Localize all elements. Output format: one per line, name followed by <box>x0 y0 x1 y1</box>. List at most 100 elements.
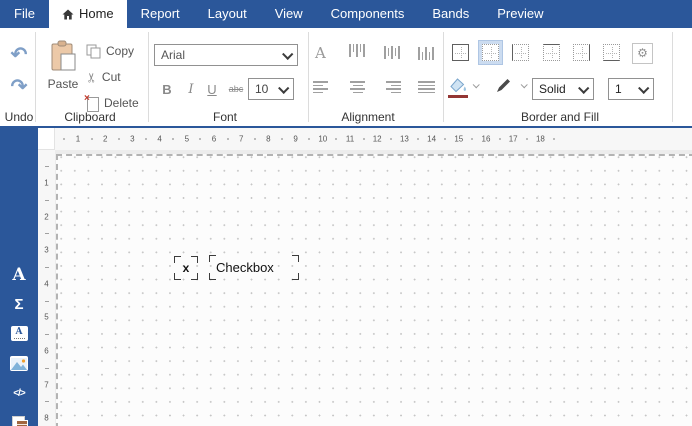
ruler-number: 11 <box>343 134 357 144</box>
group-separator <box>148 32 149 122</box>
ruler-tick <box>44 300 49 302</box>
ruler-tick <box>308 138 311 140</box>
right-border-icon <box>573 44 590 61</box>
ruler-top: 1 2 3 4 5 6 7 8 9 10 11 12 13 14 15 16 17 18 <box>55 128 692 150</box>
ruler-corner <box>38 128 55 150</box>
font-family-select[interactable]: Arial <box>154 44 298 66</box>
copy-button[interactable]: Copy <box>86 40 134 62</box>
ruler-tick <box>44 199 49 201</box>
tab-preview[interactable]: Preview <box>483 0 557 28</box>
ruler-number: 16 <box>479 134 493 144</box>
selection-corner <box>174 273 181 280</box>
fill-color-button[interactable] <box>447 74 469 96</box>
no-borders-icon <box>482 44 499 61</box>
border-settings-button[interactable]: ⚙ <box>632 43 653 64</box>
toolbox-html-component[interactable]: </> <box>0 388 38 399</box>
ruler-tick <box>44 367 49 369</box>
border-width-select[interactable]: 1 <box>608 78 654 100</box>
report-designer-window: File Home Report Layout View Components … <box>0 0 692 426</box>
ruler-tick <box>44 334 49 336</box>
image-component-icon <box>10 356 28 371</box>
design-canvas[interactable]: x Checkbox <box>55 150 692 426</box>
toolbox-image-component[interactable] <box>0 356 38 371</box>
tab-layout[interactable]: Layout <box>194 0 261 28</box>
align-center-button[interactable] <box>349 81 366 95</box>
align-left-button[interactable] <box>313 81 330 95</box>
undo-button[interactable]: ↶ <box>6 42 32 68</box>
bottom-border-icon <box>603 44 620 61</box>
redo-arrow-icon: ↷ <box>10 76 28 98</box>
paste-button[interactable]: Paste <box>40 40 86 110</box>
selection-corner <box>292 273 299 280</box>
top-border-button[interactable] <box>540 41 563 64</box>
ruler-tick <box>44 233 49 235</box>
pen-dropdown-chevron-icon[interactable] <box>520 81 528 89</box>
ruler-number: 3 <box>128 134 137 144</box>
ruler-number: 12 <box>370 134 384 144</box>
left-border-icon <box>512 44 529 61</box>
toolbox-clone-component[interactable] <box>0 416 38 426</box>
ruler-number: 6 <box>44 345 49 357</box>
ruler-number: 7 <box>44 379 49 391</box>
all-borders-button[interactable] <box>449 41 472 64</box>
strikethrough-button[interactable]: abc <box>224 78 248 100</box>
ruler-number: 5 <box>182 134 192 144</box>
tab-components[interactable]: Components <box>317 0 419 28</box>
bottom-border-button[interactable] <box>600 41 623 64</box>
align-middle-button[interactable] <box>383 44 401 60</box>
checkbox-component[interactable]: x <box>174 256 198 280</box>
ruler-number: 1 <box>73 134 83 144</box>
report-page[interactable] <box>56 154 692 426</box>
border-fill-group-label: Border and Fill <box>520 110 600 124</box>
align-bottom-button[interactable] <box>417 44 435 60</box>
redo-button[interactable]: ↷ <box>6 74 32 100</box>
ruler-number: 4 <box>155 134 164 144</box>
text-label-component[interactable]: Checkbox <box>209 255 299 280</box>
ruler-tick <box>44 166 49 168</box>
toolbox-sum-component[interactable]: Σ <box>0 296 38 313</box>
ruler-tick <box>172 138 175 140</box>
toolbox-richtext-component[interactable]: A <box>0 326 38 341</box>
ruler-number: 1 <box>44 177 49 189</box>
ruler-tick <box>335 138 338 140</box>
selection-corner <box>174 256 181 263</box>
tab-view[interactable]: View <box>261 0 317 28</box>
ruler-tick <box>525 138 528 140</box>
group-separator <box>308 32 309 122</box>
ruler-number: 18 <box>533 134 547 144</box>
font-size-select[interactable]: 10 <box>248 78 294 100</box>
toolbox-text-component[interactable]: A <box>0 265 38 285</box>
ruler-number: 17 <box>506 134 520 144</box>
italic-button[interactable]: I <box>182 78 200 100</box>
right-border-button[interactable] <box>570 41 593 64</box>
ruler-number: 2 <box>44 211 49 223</box>
tab-report[interactable]: Report <box>127 0 194 28</box>
tab-home[interactable]: Home <box>48 0 127 28</box>
border-style-select[interactable]: Solid <box>532 78 594 100</box>
text-color-button[interactable]: A <box>315 44 326 62</box>
chevron-down-icon <box>638 82 650 94</box>
align-top-button[interactable] <box>348 44 366 60</box>
tab-home-label: Home <box>78 6 114 21</box>
underline-button[interactable]: U <box>202 78 222 100</box>
sum-component-icon: Σ <box>14 296 24 313</box>
no-borders-button[interactable] <box>478 40 503 65</box>
ruler-number: 6 <box>209 134 219 144</box>
cut-button[interactable]: ✂ Cut <box>83 66 121 88</box>
align-right-button[interactable] <box>384 81 401 95</box>
fill-dropdown-chevron-icon[interactable] <box>472 81 480 89</box>
left-border-button[interactable] <box>509 41 532 64</box>
font-family-value: Arial <box>161 48 186 62</box>
ruler-number: 9 <box>291 134 300 144</box>
bold-button[interactable]: B <box>156 78 178 100</box>
cut-scissors-icon: ✂ <box>83 71 99 83</box>
tab-file[interactable]: File <box>0 0 49 28</box>
border-color-button[interactable] <box>493 74 515 96</box>
align-justify-button[interactable] <box>418 81 435 95</box>
delete-label: Delete <box>104 96 139 110</box>
copy-icon <box>86 44 101 58</box>
ruler-tick <box>281 138 283 140</box>
tab-bands[interactable]: Bands <box>418 0 483 28</box>
pen-icon <box>497 79 510 92</box>
html-component-icon: </> <box>13 388 26 399</box>
